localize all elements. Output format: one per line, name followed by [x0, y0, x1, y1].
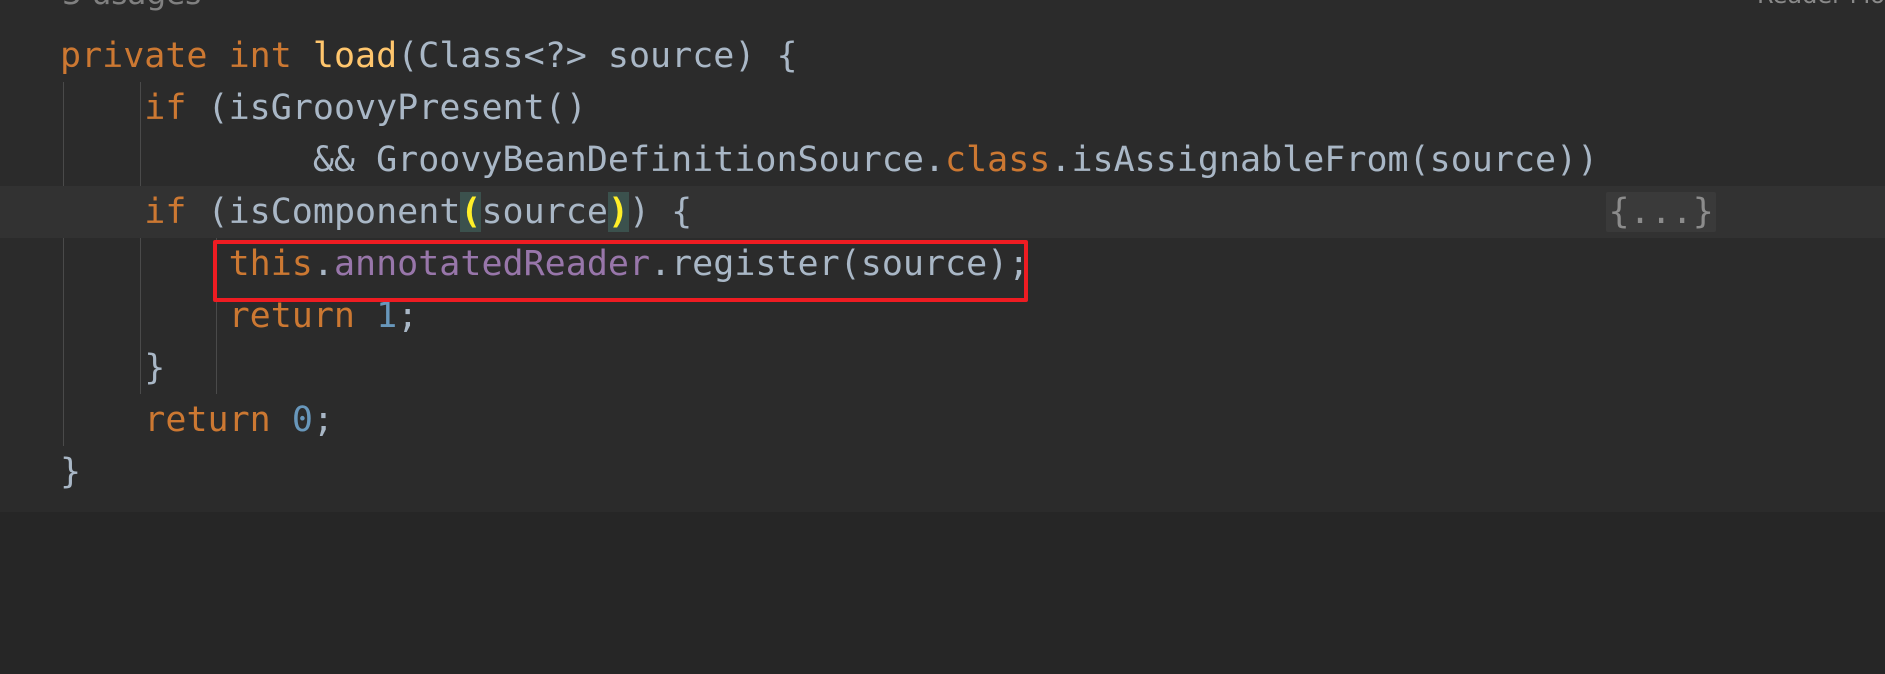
line-if-component-text: if (isComponent(source)) {: [60, 186, 692, 238]
line-close-if-text: }: [60, 342, 165, 394]
token: ) {: [628, 192, 693, 232]
line-if-groovy[interactable]: if (isGroovyPresent(): [0, 82, 1885, 134]
token: ): [607, 192, 629, 232]
token: this: [228, 244, 313, 284]
token: && GroovyBeanDefinitionSource.: [60, 140, 946, 180]
token: }: [60, 452, 82, 492]
line-if-groovy-text: if (isGroovyPresent(): [60, 82, 587, 134]
line-groovy-and-text: && GroovyBeanDefinitionSource.class.isAs…: [60, 134, 1619, 186]
line-register-text: this.annotatedReader.register(source);: [60, 238, 1030, 290]
code-editor[interactable]: 3 usages Reader Mo private int load(Clas…: [0, 0, 1885, 674]
token: annotatedReader: [333, 244, 651, 284]
reader-mode-label[interactable]: Reader Mo: [1757, 0, 1885, 12]
usages-inlay-hint-label: 3 usages: [62, 0, 201, 14]
line-return-0[interactable]: return 0;: [0, 394, 1885, 446]
token: class: [945, 140, 1051, 180]
token: int: [228, 36, 292, 76]
code-fold-placeholder[interactable]: {...}: [1480, 134, 1716, 290]
token: (isGroovyPresent(): [186, 88, 587, 128]
token: ;: [312, 400, 334, 440]
token: .register(source);: [650, 244, 1030, 284]
line-return-1[interactable]: return 1;: [0, 290, 1885, 342]
token: (: [460, 192, 482, 232]
line-signature[interactable]: private int load(Class<?> source) {: [0, 30, 1885, 82]
line-return-0-text: return 0;: [60, 394, 334, 446]
code-content[interactable]: 3 usages Reader Mo private int load(Clas…: [0, 0, 1885, 512]
token: ;: [397, 296, 419, 336]
line-close-method-text: }: [60, 446, 81, 498]
token: (Class<?> source) {: [397, 36, 798, 76]
token: if: [144, 192, 187, 232]
usages-inlay-hint[interactable]: 3 usages: [0, 0, 1885, 14]
editor-empty-area: [0, 512, 1885, 674]
token: return: [144, 400, 271, 440]
line-signature-text: private int load(Class<?> source) {: [60, 30, 798, 82]
line-return-1-text: return 1;: [60, 290, 419, 342]
token: private: [60, 36, 208, 76]
token: load: [312, 36, 398, 76]
token: 0: [291, 400, 313, 440]
token: if: [144, 88, 187, 128]
token: return: [228, 296, 356, 336]
token: .: [312, 244, 334, 284]
line-close-method[interactable]: }: [0, 446, 1885, 498]
code-fold-placeholder-label: {...}: [1606, 192, 1716, 232]
token: (isComponent: [186, 192, 461, 232]
token: 1: [376, 296, 398, 336]
line-close-if[interactable]: }: [0, 342, 1885, 394]
token: source: [481, 192, 608, 232]
token: }: [60, 348, 166, 388]
